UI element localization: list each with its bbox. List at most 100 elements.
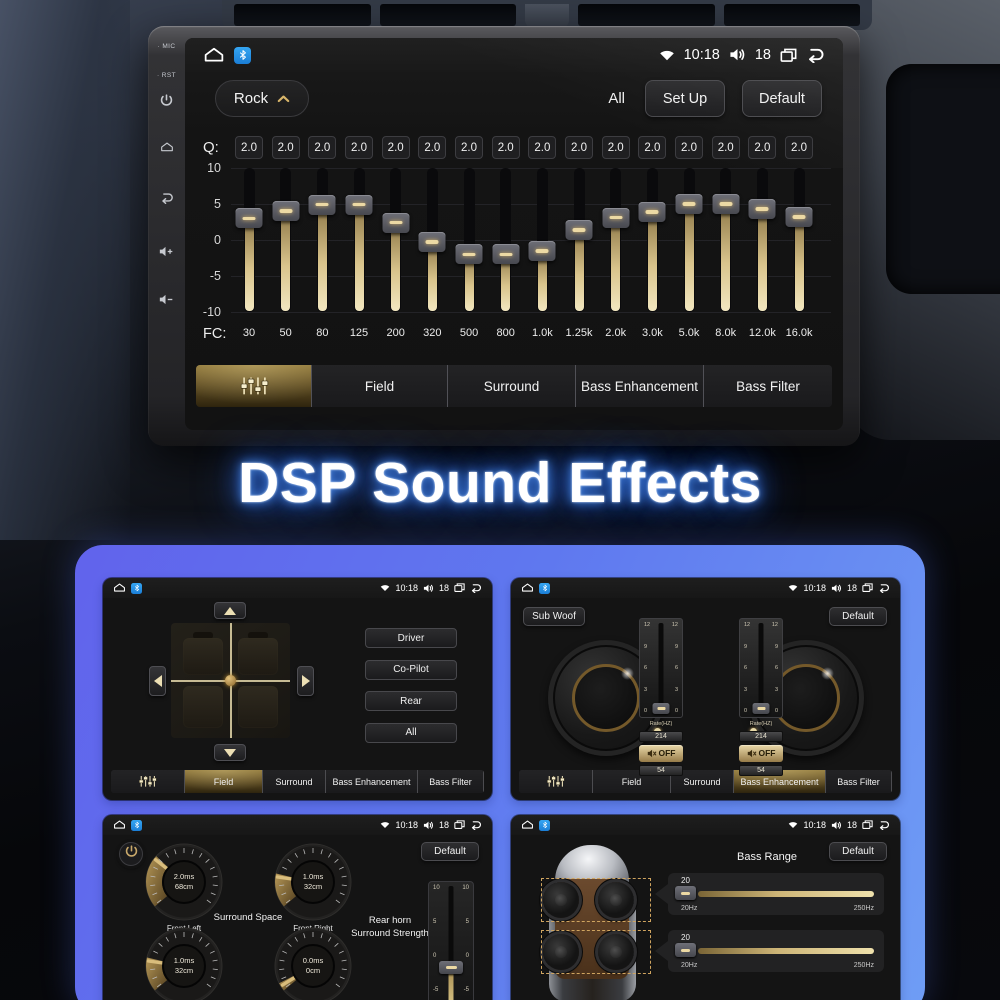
q-value-box[interactable]: 2.0 [785,136,813,159]
power-button[interactable] [148,94,185,109]
arrow-left-button[interactable] [149,666,166,696]
tab-equalizer[interactable] [519,770,593,793]
preset-dropdown[interactable]: Rock [215,80,309,117]
eq-slider-handle[interactable] [346,195,373,215]
all-toggle[interactable]: All [608,90,625,107]
position-button-driver[interactable]: Driver [365,628,457,648]
q-value-box[interactable]: 2.0 [418,136,446,159]
surround-strength-fader[interactable]: 1050-5-10 1050-5-10 [428,881,474,1000]
q-value-box[interactable]: 2.0 [272,136,300,159]
tab-field[interactable]: Field [185,770,263,793]
q-value-box[interactable]: 2.0 [382,136,410,159]
recents-icon[interactable] [780,48,797,62]
position-button-all[interactable]: All [365,723,457,743]
arrow-down-button[interactable] [214,744,246,761]
eq-slider-handle[interactable] [492,244,519,264]
back-button[interactable] [148,192,185,206]
default-button[interactable]: Default [829,607,887,626]
eq-band-slider[interactable] [244,168,255,312]
back-icon[interactable] [470,583,482,593]
eq-band-slider[interactable] [757,168,768,312]
default-button[interactable]: Default [421,842,479,861]
eq-band-slider[interactable] [610,168,621,312]
arrow-up-button[interactable] [214,602,246,619]
sub-woof-button[interactable]: Sub Woof [523,607,585,626]
eq-slider-handle[interactable] [749,199,776,219]
q-value-box[interactable]: 2.0 [235,136,263,159]
fader-handle[interactable] [753,703,770,714]
eq-band-slider[interactable] [464,168,475,312]
back-icon[interactable] [878,820,890,830]
eq-band-slider[interactable] [794,168,805,312]
home-icon[interactable] [521,820,534,829]
tab-surround[interactable]: Surround [448,365,576,407]
eq-slider-handle[interactable] [602,208,629,228]
surround-delay-gauge[interactable]: 2.0ms68cmFront Left [144,842,224,922]
tab-equalizer[interactable] [111,770,185,793]
eq-slider-handle[interactable] [529,241,556,261]
eq-band-slider[interactable] [354,168,365,312]
eq-slider-handle[interactable] [676,194,703,214]
tab-field[interactable]: Field [312,365,448,407]
eq-slider-handle[interactable] [419,232,446,252]
tab-bass-enhancement[interactable]: Bass Enhancement [576,365,704,407]
eq-slider-handle[interactable] [566,220,593,240]
surround-power-button[interactable] [119,842,143,866]
q-value-box[interactable]: 2.0 [308,136,336,159]
q-value-box[interactable]: 2.0 [565,136,593,159]
level-fader[interactable]: 129630129630 [739,618,783,718]
surround-delay-gauge[interactable]: 1.0ms32cmRear Left [144,926,224,1000]
eq-band-slider[interactable] [427,168,438,312]
recents-icon[interactable] [454,820,465,829]
fader-handle[interactable] [439,961,463,974]
bluetooth-app-icon[interactable] [234,47,251,64]
q-value-box[interactable]: 2.0 [528,136,556,159]
eq-band-slider[interactable] [390,168,401,312]
q-value-box[interactable]: 2.0 [602,136,630,159]
eq-slider-handle[interactable] [639,202,666,222]
volume-up-button[interactable] [148,246,185,259]
tab-bass-filter[interactable]: Bass Filter [826,770,892,793]
seat-position-map[interactable] [171,623,290,738]
back-icon[interactable] [470,820,482,830]
bluetooth-app-icon[interactable] [539,820,550,831]
fader-handle[interactable] [653,703,670,714]
eq-band-slider[interactable] [280,168,291,312]
arrow-right-button[interactable] [297,666,314,696]
position-button-rear[interactable]: Rear [365,691,457,711]
eq-band-slider[interactable] [647,168,658,312]
slider-handle[interactable] [675,886,696,900]
bass-range-slider[interactable]: 2020Hz250Hz [668,873,884,915]
back-icon[interactable] [806,47,825,63]
volume-down-button[interactable] [148,294,185,307]
back-icon[interactable] [878,583,890,593]
home-icon[interactable] [113,583,126,592]
tab-bass-filter[interactable]: Bass Filter [704,365,832,407]
position-button-copilot[interactable]: Co-Pilot [365,660,457,680]
mute-button[interactable]: OFF [639,745,683,762]
recents-icon[interactable] [454,583,465,592]
eq-slider-handle[interactable] [712,194,739,214]
bluetooth-app-icon[interactable] [131,820,142,831]
q-value-box[interactable]: 2.0 [492,136,520,159]
q-value-box[interactable]: 2.0 [455,136,483,159]
home-icon[interactable] [113,820,126,829]
q-value-box[interactable]: 2.0 [345,136,373,159]
tab-bass-filter[interactable]: Bass Filter [418,770,484,793]
tab-equalizer[interactable] [196,365,312,407]
set-up-button[interactable]: Set Up [645,80,725,117]
eq-slider-handle[interactable] [786,207,813,227]
eq-slider-handle[interactable] [382,213,409,233]
eq-slider-handle[interactable] [272,201,299,221]
bass-range-slider[interactable]: 2020Hz250Hz [668,930,884,972]
q-value-box[interactable]: 2.0 [712,136,740,159]
surround-delay-gauge[interactable]: 1.0ms32cmFront Right [273,842,353,922]
recents-icon[interactable] [862,820,873,829]
tab-surround[interactable]: Surround [263,770,326,793]
eq-band-slider[interactable] [720,168,731,312]
eq-band-slider[interactable] [574,168,585,312]
default-button[interactable]: Default [829,842,887,861]
home-icon[interactable] [521,583,534,592]
eq-slider-handle[interactable] [309,195,336,215]
eq-band-slider[interactable] [317,168,328,312]
